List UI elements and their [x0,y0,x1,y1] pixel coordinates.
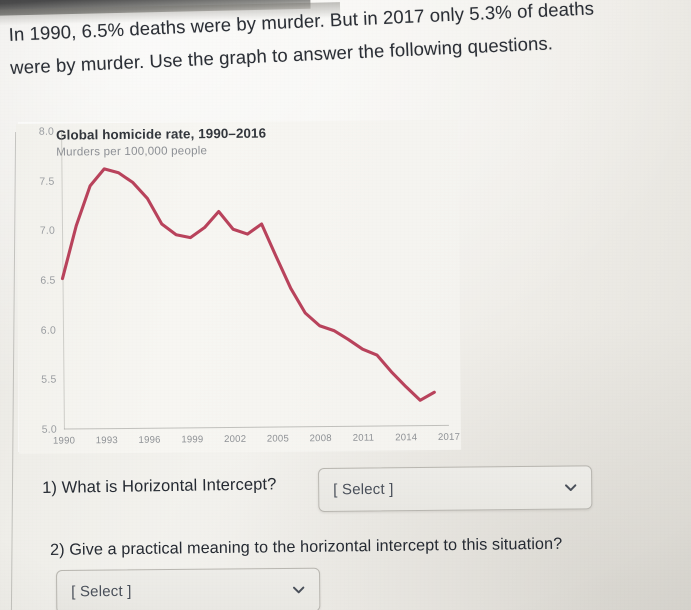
homicide-rate-line [60,167,436,402]
y-axis-tick-label: 7.5 [39,175,55,188]
question-1-text: 1) What is Horizontal Intercept? [42,475,277,497]
page-content: In 1990, 6.5% deaths were by murder. But… [0,0,691,610]
question-2-text: 2) Give a practical meaning to the horiz… [50,534,563,559]
question-1-select-value: [ Select ] [333,480,394,499]
y-axis-tick-label: 7.0 [39,224,56,238]
question-1-select[interactable]: [ Select ] [318,465,593,512]
y-axis-tick-label: 6.0 [40,324,57,337]
x-axis-tick-label: 2002 [224,433,247,446]
question-2-select[interactable]: [ Select ] [56,567,321,610]
y-axis-tick-label: 5.0 [41,423,57,436]
x-axis-tick-label: 2005 [266,433,290,445]
x-axis-tick-label: 1993 [95,435,118,447]
x-axis-tick-label: 1999 [181,434,204,446]
y-axis-tick-label: 8.0 [38,125,55,138]
x-axis-tick-label: 1996 [138,434,161,446]
x-axis-tick-label: 2011 [352,432,375,444]
y-axis-tick-label: 6.5 [40,274,56,287]
x-axis-tick-label: 2008 [309,432,332,445]
chevron-down-icon [563,480,578,495]
y-axis-tick-label: 5.5 [41,373,57,387]
x-axis-tick-label: 1990 [52,435,76,447]
question-2-select-value: [ Select ] [71,582,132,601]
x-axis-tick-label: 2017 [437,431,461,443]
question-prompt: In 1990, 6.5% deaths were by murder. But… [8,0,686,84]
x-axis-tick-label: 2014 [395,432,418,444]
photographed-screen: In 1990, 6.5% deaths were by murder. But… [0,0,691,610]
chevron-down-icon [291,582,306,597]
chart-card: Global homicide rate, 1990–2016 Murders … [16,119,462,454]
chart-plot-area: 8.0 7.5 7.0 6.5 6.0 5.5 5.0 1990 1993 1996 1999 200… [39,126,460,447]
